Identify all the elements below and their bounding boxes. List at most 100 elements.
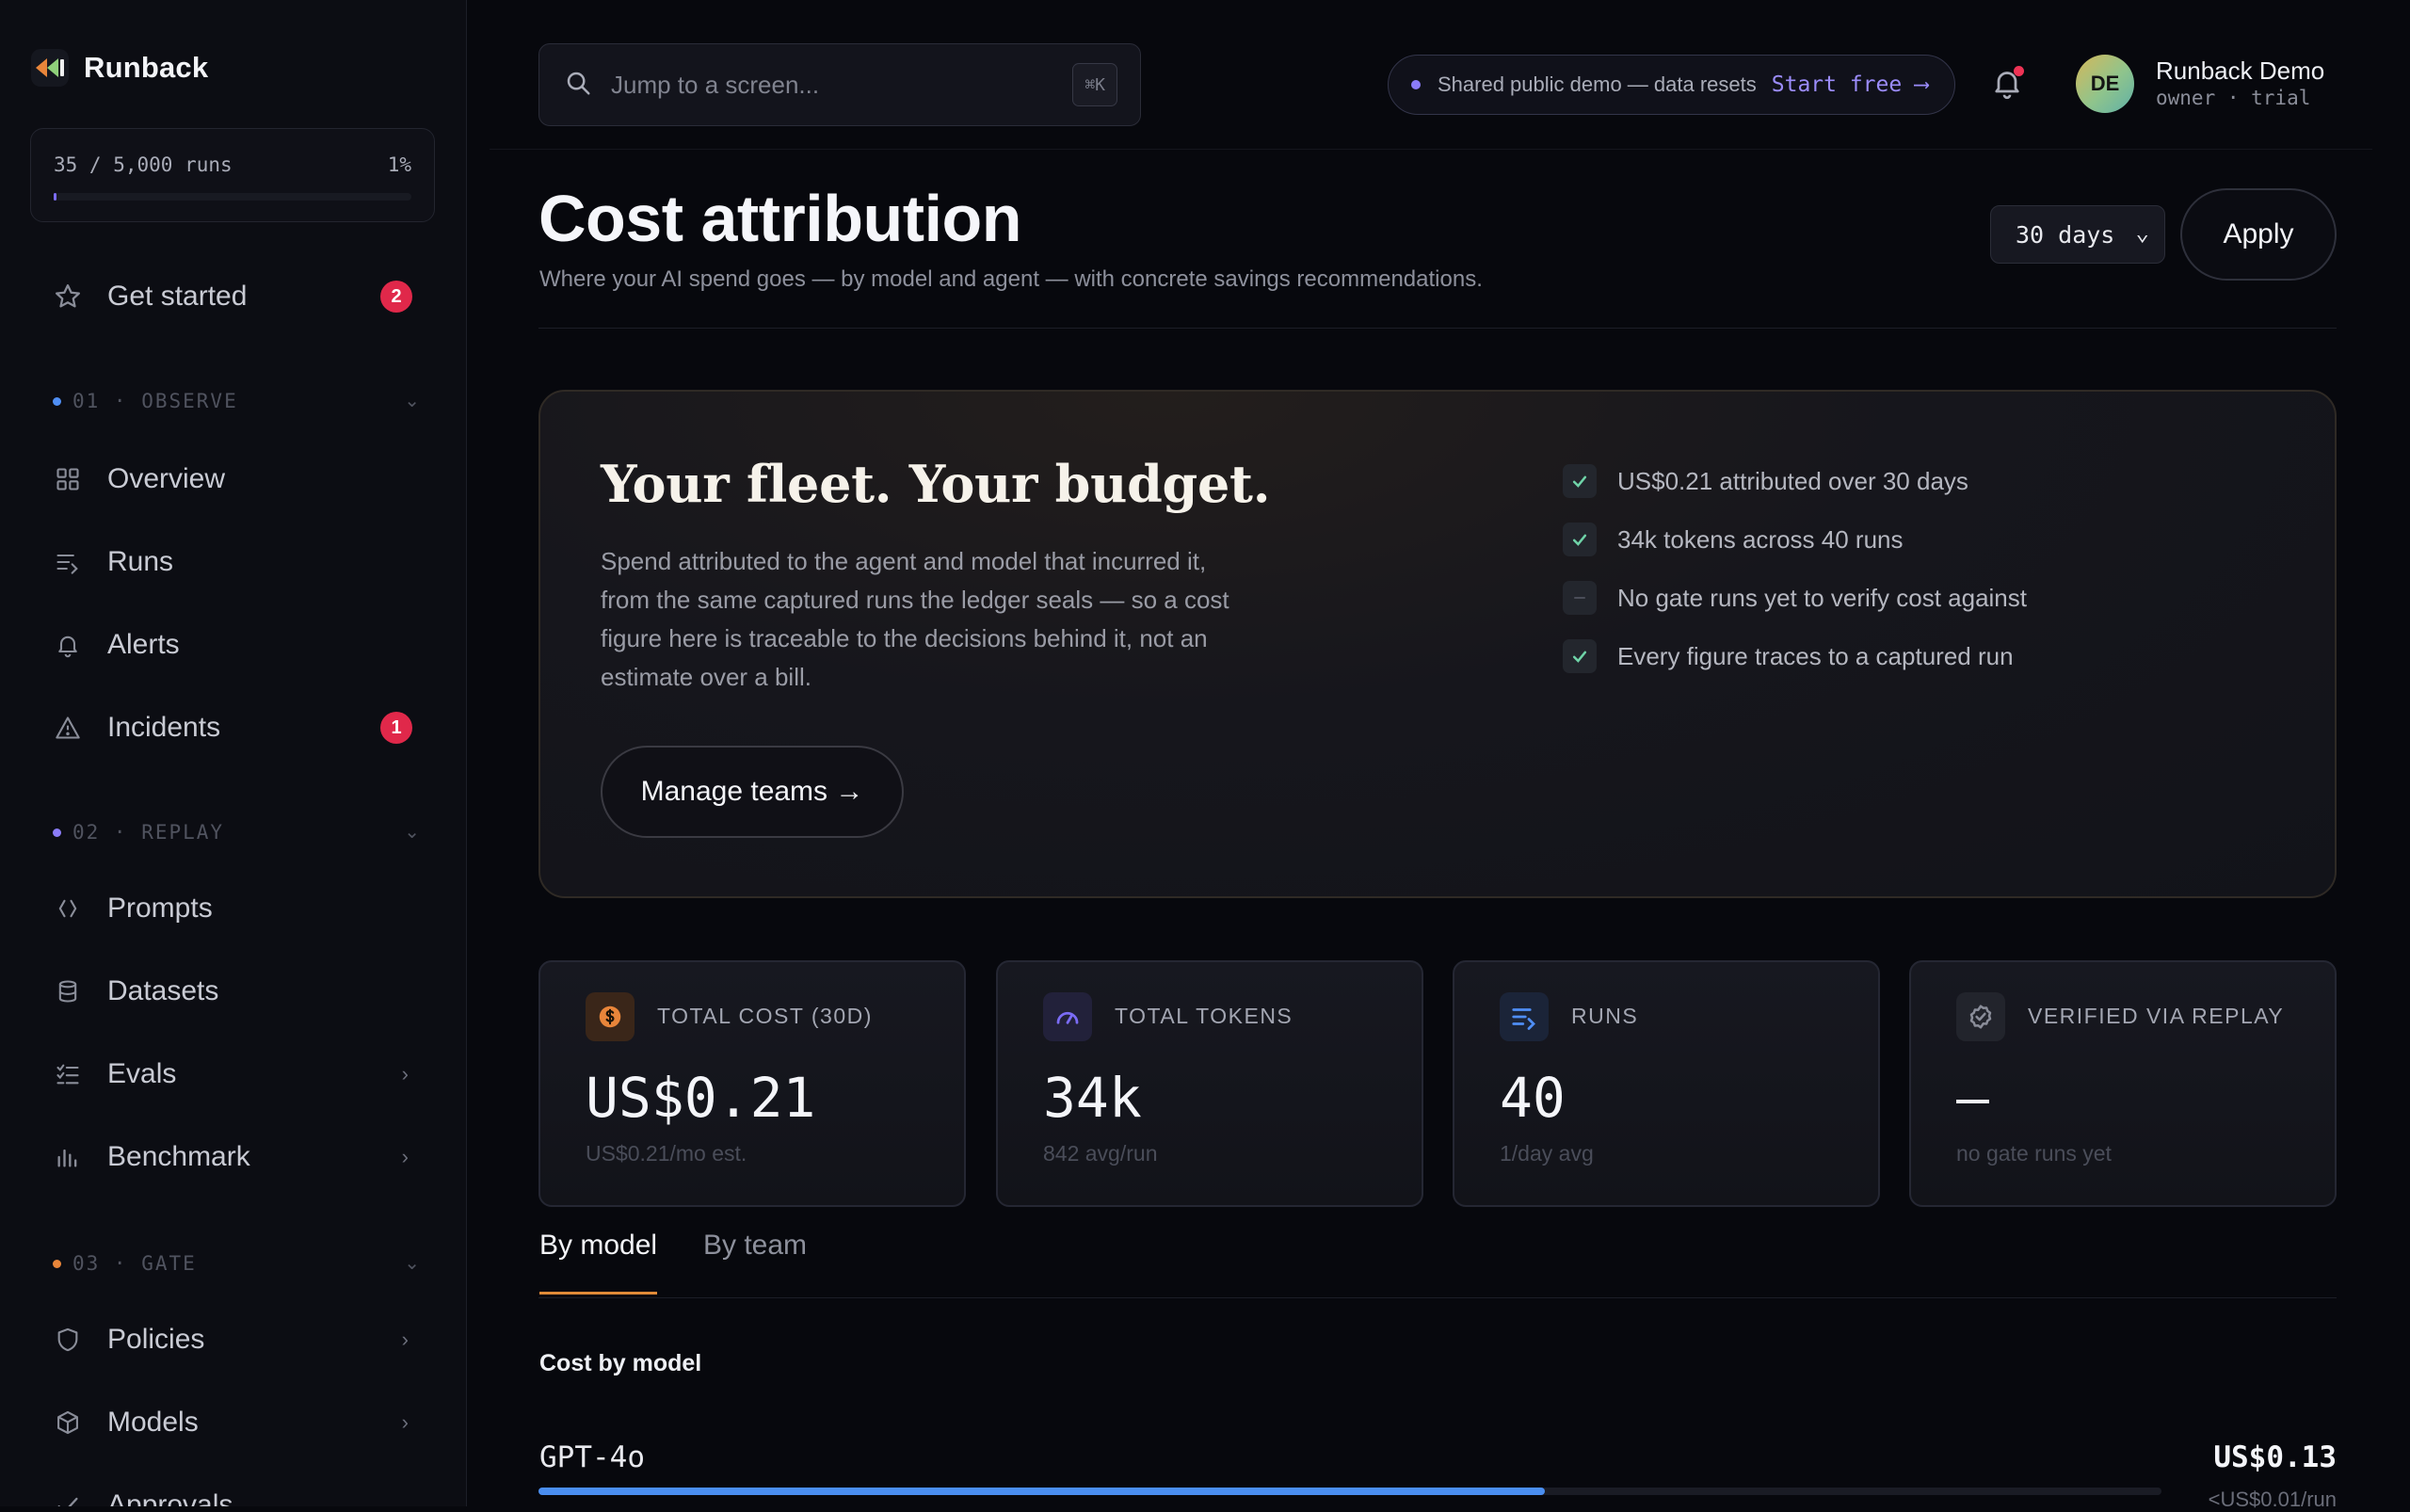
check-icon — [53, 1490, 83, 1506]
demo-dot — [1411, 80, 1421, 89]
sidebar-item-get-started[interactable]: Get started 2 — [30, 265, 435, 328]
check-icon — [1563, 523, 1597, 556]
badge-check-icon — [1956, 992, 2005, 1041]
usage-meter[interactable]: 35 / 5,000 runs 1% — [30, 128, 435, 222]
stat-card-total-tokens[interactable]: TOTAL TOKENS 34k 842 avg/run — [996, 960, 1423, 1207]
sidebar-item-label: Alerts — [107, 629, 180, 660]
sidebar-item-policies[interactable]: Policies › — [30, 1309, 435, 1371]
sidebar-item-runs[interactable]: Runs — [30, 531, 435, 593]
chevron-right-icon: › — [401, 1327, 409, 1351]
code-brackets-icon — [53, 893, 83, 924]
stat-value: 40 — [1500, 1066, 1566, 1130]
usage-track — [54, 193, 411, 201]
stat-card-total-cost[interactable]: TOTAL COST (30D) US$0.21 US$0.21/mo est. — [538, 960, 966, 1207]
sidebar-item-models[interactable]: Models › — [30, 1391, 435, 1454]
date-range-select[interactable]: 30 days ⌄ — [1990, 205, 2165, 264]
section-gate[interactable]: 03 · GATE ⌄ — [53, 1249, 420, 1278]
tab-by-model[interactable]: By model — [539, 1230, 658, 1295]
sidebar-item-label: Approvals — [107, 1489, 233, 1506]
grid-icon — [53, 464, 83, 494]
header-divider — [538, 328, 2337, 329]
sidebar-item-benchmark[interactable]: Benchmark › — [30, 1126, 435, 1188]
section-dot — [53, 828, 61, 837]
tab-by-team[interactable]: By team — [703, 1230, 807, 1292]
page-title: Cost attribution — [538, 182, 1022, 255]
dollar-icon — [586, 992, 635, 1041]
stat-label: VERIFIED VIA REPLAY — [2028, 1004, 2285, 1028]
hero-panel: Your fleet. Your budget. Spend attribute… — [538, 390, 2337, 898]
checklist-icon — [53, 1059, 83, 1089]
section-observe[interactable]: 01 · OBSERVE ⌄ — [53, 387, 420, 415]
demo-text: Shared public demo — data resets — [1438, 72, 1757, 96]
sidebar-item-prompts[interactable]: Prompts — [30, 877, 435, 940]
model-name: GPT-4o — [539, 1440, 645, 1474]
stat-footnote: US$0.21/mo est. — [586, 1141, 747, 1166]
sidebar-item-label: Models — [107, 1407, 199, 1438]
brand[interactable]: Runback — [31, 49, 208, 87]
dash-icon — [1563, 581, 1597, 615]
warning-icon — [53, 713, 83, 743]
sidebar-item-datasets[interactable]: Datasets — [30, 960, 435, 1022]
sidebar-item-approvals[interactable]: Approvals — [30, 1474, 435, 1506]
stat-card-verified[interactable]: VERIFIED VIA REPLAY — no gate runs yet — [1909, 960, 2337, 1207]
sidebar-item-incidents[interactable]: Incidents 1 — [30, 697, 435, 759]
list-arrow-icon — [1500, 992, 1549, 1041]
sidebar-item-overview[interactable]: Overview — [30, 448, 435, 510]
stat-value: — — [1956, 1066, 1989, 1130]
sidebar-item-label: Incidents — [107, 712, 221, 743]
notifications-button[interactable] — [1990, 64, 2028, 105]
chevron-right-icon: › — [401, 1062, 409, 1086]
checklist-item: 34k tokens across 40 runs — [1563, 510, 2027, 569]
avatar[interactable]: DE — [2076, 55, 2134, 113]
cost-by-model-title: Cost by model — [539, 1350, 702, 1376]
model-cost-per-run: <US$0.01/run — [2208, 1488, 2337, 1511]
sidebar-item-evals[interactable]: Evals › — [30, 1043, 435, 1105]
sidebar-item-alerts[interactable]: Alerts — [30, 614, 435, 676]
check-icon — [1563, 639, 1597, 673]
apply-button[interactable]: Apply — [2180, 188, 2337, 281]
stat-card-runs[interactable]: RUNS 40 1/day avg — [1453, 960, 1880, 1207]
checklist-item: US$0.21 attributed over 30 days — [1563, 452, 2027, 510]
shield-icon — [53, 1325, 83, 1355]
stat-value: 34k — [1043, 1066, 1142, 1130]
stat-label: TOTAL TOKENS — [1115, 1004, 1293, 1028]
user-name[interactable]: Runback Demo — [2156, 56, 2324, 86]
checklist-item: No gate runs yet to verify cost against — [1563, 569, 2027, 627]
section-dot — [53, 1259, 61, 1268]
chevron-down-icon: ⌄ — [2135, 219, 2149, 246]
sidebar-item-label: Overview — [107, 463, 226, 494]
hero-checklist: US$0.21 attributed over 30 days 34k toke… — [1563, 452, 2027, 685]
start-free-link[interactable]: Start free ⟶ — [1772, 72, 1928, 97]
manage-teams-button[interactable]: Manage teams → — [601, 746, 904, 838]
section-replay[interactable]: 02 · REPLAY ⌄ — [53, 818, 420, 846]
search-shortcut: ⌘K — [1072, 63, 1117, 106]
date-range-value: 30 days — [2016, 220, 2115, 249]
user-role: owner · trial — [2156, 87, 2311, 109]
search-input[interactable] — [611, 70, 1025, 100]
sidebar-item-label: Runs — [107, 546, 174, 577]
gauge-icon — [1043, 992, 1092, 1041]
stat-footnote: 1/day avg — [1500, 1141, 1594, 1166]
cube-icon — [53, 1407, 83, 1438]
usage-percent: 1% — [387, 153, 411, 176]
incidents-badge: 1 — [380, 712, 412, 744]
checklist-label: No gate runs yet to verify cost against — [1617, 583, 2027, 612]
sidebar-item-label: Benchmark — [107, 1141, 250, 1172]
search-icon — [564, 69, 592, 102]
runback-logo-icon — [31, 49, 69, 87]
stat-label: TOTAL COST (30D) — [657, 1004, 873, 1028]
model-share-bar — [538, 1488, 1545, 1495]
sidebar: Runback 35 / 5,000 runs 1% Get started 2… — [0, 0, 467, 1506]
section-dot — [53, 396, 61, 406]
get-started-badge: 2 — [380, 281, 412, 313]
database-icon — [53, 976, 83, 1006]
stat-footnote: 842 avg/run — [1043, 1141, 1158, 1166]
list-arrow-icon — [53, 547, 83, 577]
bell-icon — [53, 630, 83, 660]
chevron-right-icon: › — [401, 1145, 409, 1168]
checklist-label: 34k tokens across 40 runs — [1617, 524, 1904, 554]
topbar-divider — [490, 149, 2372, 150]
checklist-label: Every figure traces to a captured run — [1617, 641, 2014, 670]
search-box[interactable]: ⌘K — [538, 43, 1141, 126]
checklist-item: Every figure traces to a captured run — [1563, 627, 2027, 685]
